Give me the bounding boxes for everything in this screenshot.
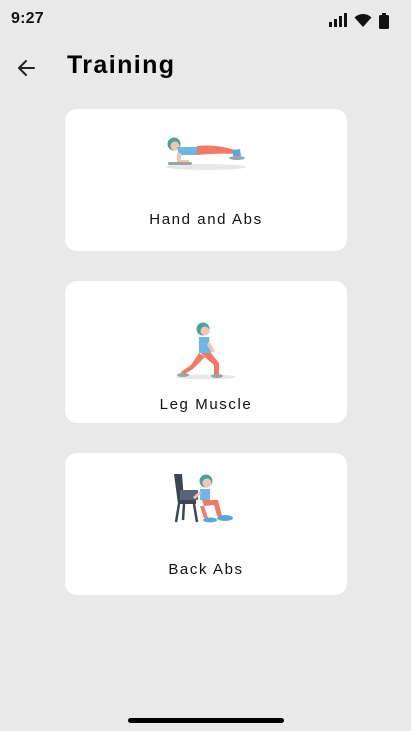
- plank-exercise-illustration: [65, 133, 347, 173]
- card-label: Back Abs: [168, 561, 244, 578]
- training-card-hand-and-abs[interactable]: Hand and Abs: [65, 109, 347, 251]
- signal-icon: [329, 13, 347, 27]
- status-icons: [329, 13, 389, 31]
- card-label: Leg Muscle: [159, 396, 253, 413]
- training-card-back-abs[interactable]: Back Abs: [65, 453, 347, 595]
- page-title: Training: [67, 51, 176, 79]
- chair-dip-exercise-illustration: [65, 470, 347, 526]
- battery-icon: [379, 13, 389, 29]
- wifi-icon: [354, 13, 372, 27]
- home-indicator[interactable]: [128, 718, 284, 723]
- card-label: Hand and Abs: [149, 211, 263, 228]
- training-card-leg-muscle[interactable]: Leg Muscle: [65, 281, 347, 423]
- back-button[interactable]: [11, 54, 41, 82]
- status-bar: 9:27: [0, 0, 411, 40]
- app-bar: Training: [0, 44, 411, 90]
- status-time: 9:27: [11, 10, 44, 27]
- arrow-left-icon: [18, 60, 35, 76]
- lunge-exercise-illustration: [65, 321, 347, 383]
